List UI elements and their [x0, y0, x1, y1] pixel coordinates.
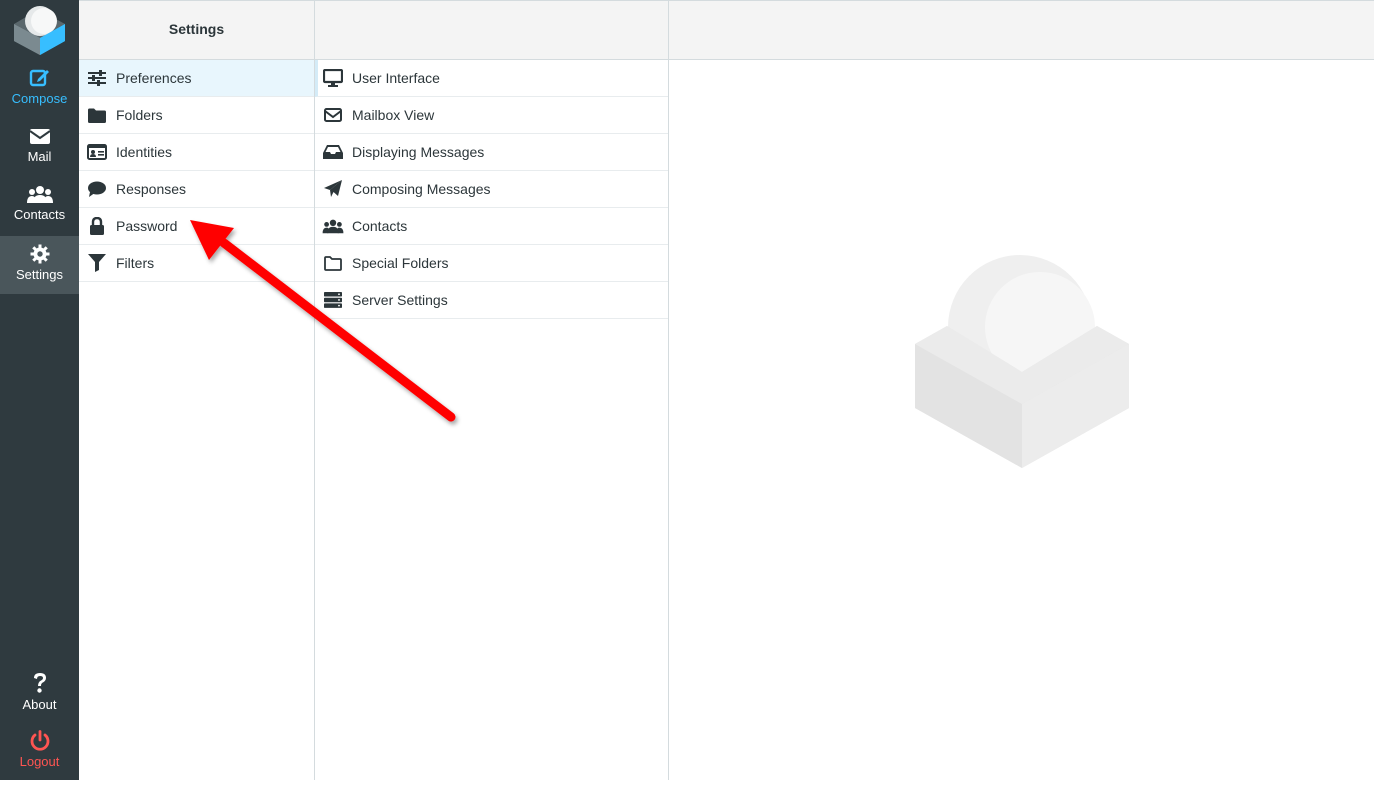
id-card-icon	[79, 144, 115, 160]
sliders-icon	[79, 70, 115, 86]
question-icon	[0, 672, 79, 694]
power-icon	[0, 730, 79, 751]
nav-contacts[interactable]: Contacts	[0, 184, 79, 242]
nav-compose-label: Compose	[11, 91, 68, 106]
folder-icon	[79, 108, 115, 123]
roundcube-logo-icon[interactable]	[0, 0, 79, 60]
settings-item-identities[interactable]: Identities	[79, 134, 314, 171]
server-icon	[315, 292, 351, 308]
monitor-icon	[315, 69, 351, 87]
envelope-icon	[0, 126, 79, 146]
settings-item-preferences[interactable]: Preferences	[79, 60, 314, 97]
settings-header: Settings	[79, 0, 314, 60]
nav-settings-label: Settings	[16, 267, 63, 282]
users-icon	[0, 184, 79, 204]
section-item-label: Contacts	[352, 218, 408, 234]
envelope-outline-icon	[315, 108, 351, 122]
settings-item-label: Password	[116, 218, 178, 234]
folder-outline-icon	[315, 255, 351, 271]
watermark-logo-icon	[915, 254, 1129, 473]
settings-item-folders[interactable]: Folders	[79, 97, 314, 134]
settings-item-label: Responses	[116, 181, 187, 197]
section-item-composing-messages[interactable]: Composing Messages	[315, 171, 668, 208]
nav-contacts-label: Contacts	[13, 207, 66, 222]
paper-plane-icon	[315, 180, 351, 198]
settings-item-label: Identities	[116, 144, 173, 160]
settings-list-panel: Settings Preferences Folders Identities …	[79, 0, 315, 780]
sections-list: User Interface Mailbox View Displaying M…	[315, 60, 668, 319]
settings-item-label: Preferences	[116, 70, 192, 86]
section-item-contacts[interactable]: Contacts	[315, 208, 668, 245]
settings-item-password[interactable]: Password	[79, 208, 314, 245]
preferences-sections-panel: User Interface Mailbox View Displaying M…	[315, 0, 669, 780]
page-title: Settings	[168, 21, 225, 37]
nav-logout-label: Logout	[19, 754, 60, 769]
inbox-icon	[315, 144, 351, 160]
nav-about[interactable]: About	[0, 672, 79, 730]
lock-icon	[79, 217, 115, 235]
users-icon	[315, 218, 351, 234]
section-item-label: User Interface	[352, 70, 440, 86]
section-item-label: Displaying Messages	[352, 144, 485, 160]
section-item-server-settings[interactable]: Server Settings	[315, 282, 668, 319]
section-item-displaying-messages[interactable]: Displaying Messages	[315, 134, 668, 171]
sections-header	[315, 0, 668, 60]
settings-item-filters[interactable]: Filters	[79, 245, 314, 282]
section-item-mailbox-view[interactable]: Mailbox View	[315, 97, 668, 134]
settings-item-responses[interactable]: Responses	[79, 171, 314, 208]
nav-about-label: About	[22, 697, 57, 712]
nav-mail-label: Mail	[27, 149, 52, 164]
section-item-special-folders[interactable]: Special Folders	[315, 245, 668, 282]
nav-mail[interactable]: Mail	[0, 126, 79, 184]
nav-settings[interactable]: Settings	[0, 236, 79, 294]
compose-icon	[0, 66, 79, 88]
section-item-label: Server Settings	[352, 292, 448, 308]
section-item-user-interface[interactable]: User Interface	[315, 60, 668, 97]
comment-icon	[79, 181, 115, 197]
nav-logout[interactable]: Logout	[0, 730, 79, 788]
nav-compose[interactable]: Compose	[0, 66, 79, 124]
left-navigation-rail: Compose Mail Contacts Settings About Log…	[0, 0, 79, 780]
content-header	[669, 0, 1374, 60]
settings-item-label: Filters	[116, 255, 155, 271]
section-item-label: Composing Messages	[352, 181, 491, 197]
gear-icon	[0, 244, 79, 264]
section-item-label: Mailbox View	[352, 107, 435, 123]
section-item-label: Special Folders	[352, 255, 449, 271]
settings-list: Preferences Folders Identities Responses…	[79, 60, 314, 282]
settings-item-label: Folders	[116, 107, 163, 123]
content-panel	[669, 0, 1374, 780]
filter-icon	[79, 254, 115, 272]
